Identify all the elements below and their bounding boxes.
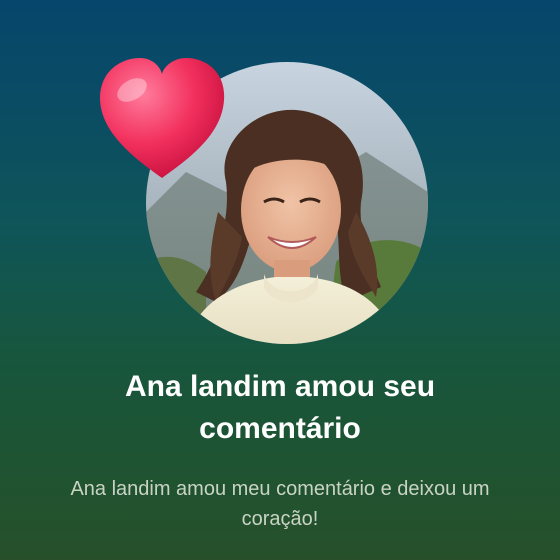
- love-reaction-card: Ana landim amou seu comentário Ana landi…: [0, 0, 560, 560]
- heart-icon: [94, 54, 230, 184]
- notification-subtitle: Ana landim amou meu comentário e deixou …: [70, 478, 490, 530]
- notification-title: Ana landim amou seu comentário: [124, 370, 436, 445]
